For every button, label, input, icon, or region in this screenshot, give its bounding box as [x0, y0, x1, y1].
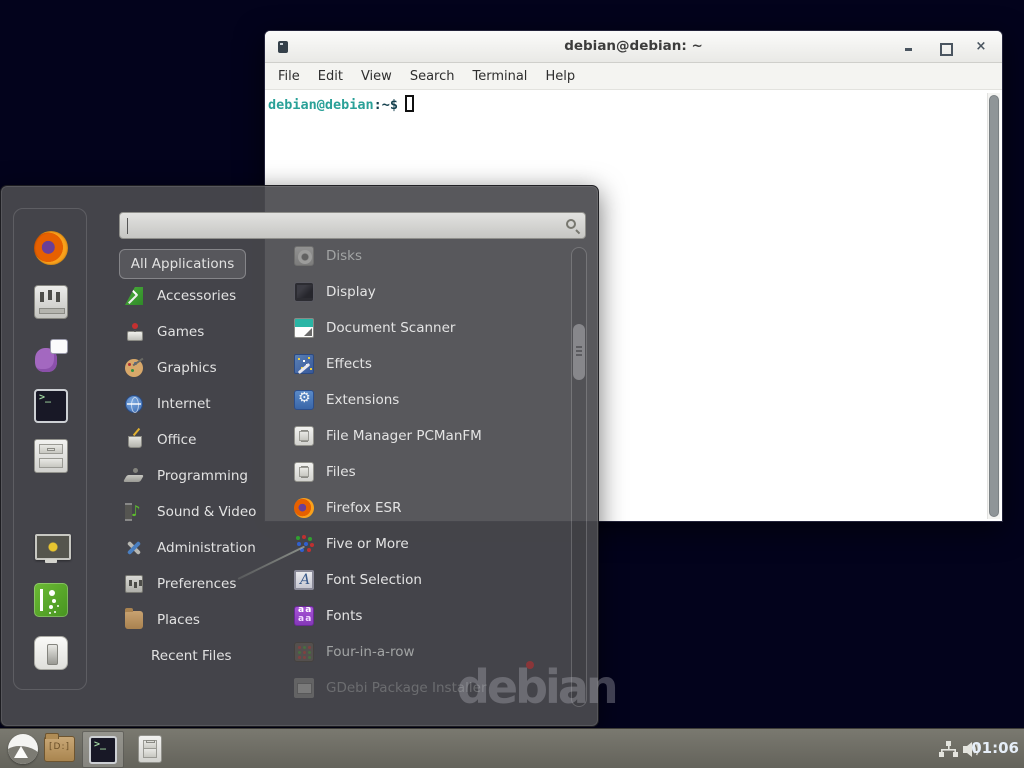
category-places[interactable]: Places	[119, 607, 200, 633]
lock-screen-icon[interactable]	[34, 531, 68, 565]
terminal-scrollbar[interactable]	[987, 93, 1000, 519]
file-manager-favorite-icon[interactable]	[34, 439, 68, 473]
terminal-scrollbar-thumb[interactable]	[989, 95, 999, 517]
app-disks[interactable]: Disks	[294, 243, 362, 269]
terminal-menubar: File Edit View Search Terminal Help	[265, 63, 1002, 90]
effects-icon	[294, 354, 314, 374]
applications-menu: All Applications Accessories Games Graph…	[0, 185, 599, 727]
games-icon	[125, 323, 143, 341]
menu-help[interactable]: Help	[536, 69, 584, 84]
prompt-suffix: :~$	[374, 97, 398, 113]
four-in-a-row-icon	[294, 642, 314, 662]
category-internet[interactable]: Internet	[119, 391, 211, 417]
category-programming[interactable]: Programming	[119, 463, 248, 489]
administration-icon	[125, 539, 143, 557]
menu-view[interactable]: View	[352, 69, 401, 84]
terminal-taskbar-button[interactable]	[82, 731, 124, 768]
firefox-esr-icon	[294, 498, 314, 518]
display-icon	[294, 282, 314, 302]
terminal-titlebar[interactable]: debian@debian: ~ ×	[265, 31, 1002, 63]
category-sound-video[interactable]: Sound & Video	[119, 499, 256, 525]
accessories-icon	[125, 287, 143, 305]
app-document-scanner[interactable]: Document Scanner	[294, 315, 455, 341]
network-tray-icon[interactable]	[939, 741, 958, 758]
window-controls: ×	[902, 31, 988, 63]
disks-icon	[294, 246, 314, 266]
terminal-prompt: debian@debian:~$	[268, 95, 414, 113]
programming-icon	[125, 467, 143, 485]
clock: 01:06	[971, 739, 1019, 757]
app-file-manager-pcmanfm[interactable]: File Manager PCManFM	[294, 423, 482, 449]
close-button[interactable]: ×	[974, 40, 988, 54]
debian-watermark: debian	[457, 660, 616, 714]
minimize-button[interactable]	[902, 40, 916, 54]
file-manager-icon	[294, 426, 314, 446]
places-icon	[125, 611, 143, 629]
app-fonts[interactable]: Fonts	[294, 603, 362, 629]
category-accessories[interactable]: Accessories	[119, 283, 236, 309]
prompt-user-host: debian@debian	[268, 97, 374, 113]
favorites-column	[13, 208, 87, 690]
app-font-selection[interactable]: Font Selection	[294, 567, 422, 593]
office-icon	[125, 431, 143, 449]
terminal-favorite-icon[interactable]	[34, 389, 68, 423]
sound-video-icon	[125, 503, 143, 521]
search-input[interactable]	[126, 214, 559, 237]
control-center-favorite-icon[interactable]	[34, 285, 68, 319]
document-scanner-icon	[294, 318, 314, 338]
maximize-button[interactable]	[938, 40, 952, 54]
pidgin-favorite-icon[interactable]	[34, 338, 68, 372]
files-icon	[294, 462, 314, 482]
fonts-icon	[294, 606, 314, 626]
category-preferences[interactable]: Preferences	[119, 571, 236, 597]
app-extensions[interactable]: Extensions	[294, 387, 399, 413]
search-icon	[566, 219, 576, 229]
terminal-taskbar-icon	[89, 736, 117, 764]
logout-icon[interactable]	[34, 583, 68, 617]
text-caret	[127, 218, 128, 234]
menu-search[interactable]: Search	[401, 69, 464, 84]
category-games[interactable]: Games	[119, 319, 204, 345]
menu-terminal[interactable]: Terminal	[463, 69, 536, 84]
menu-scrollbar-thumb[interactable]	[573, 324, 585, 380]
files-taskbar-button[interactable]	[138, 735, 162, 763]
preferences-icon	[125, 575, 143, 593]
graphics-icon	[125, 359, 143, 377]
search-box	[119, 212, 586, 239]
desktop: debian@debian: ~ × File Edit View Search…	[0, 0, 1024, 768]
app-firefox-esr[interactable]: Firefox ESR	[294, 495, 401, 521]
app-display[interactable]: Display	[294, 279, 376, 305]
category-administration[interactable]: Administration	[119, 535, 256, 561]
file-manager-taskbar-button[interactable]	[44, 736, 75, 762]
menu-file[interactable]: File	[269, 69, 309, 84]
extensions-icon	[294, 390, 314, 410]
internet-icon	[125, 395, 143, 413]
taskbar: 01:06	[0, 728, 1024, 768]
app-files[interactable]: Files	[294, 459, 356, 485]
gdebi-icon	[294, 678, 314, 698]
category-all-applications[interactable]: All Applications	[119, 249, 246, 279]
category-graphics[interactable]: Graphics	[119, 355, 217, 381]
category-recent-files[interactable]: Recent Files	[119, 643, 232, 669]
menu-scrollbar[interactable]	[571, 247, 587, 707]
shutdown-icon[interactable]	[34, 636, 68, 670]
font-selection-icon	[294, 570, 314, 590]
app-four-in-a-row[interactable]: Four-in-a-row	[294, 639, 415, 665]
watermark-red-dot	[526, 661, 534, 669]
terminal-cursor	[405, 95, 414, 112]
menu-edit[interactable]: Edit	[309, 69, 352, 84]
menu-launcher-button[interactable]	[8, 734, 38, 764]
app-effects[interactable]: Effects	[294, 351, 372, 377]
terminal-title: debian@debian: ~	[265, 38, 1002, 54]
firefox-favorite-icon[interactable]	[34, 231, 68, 265]
category-office[interactable]: Office	[119, 427, 196, 453]
app-five-or-more[interactable]: Five or More	[294, 531, 409, 557]
